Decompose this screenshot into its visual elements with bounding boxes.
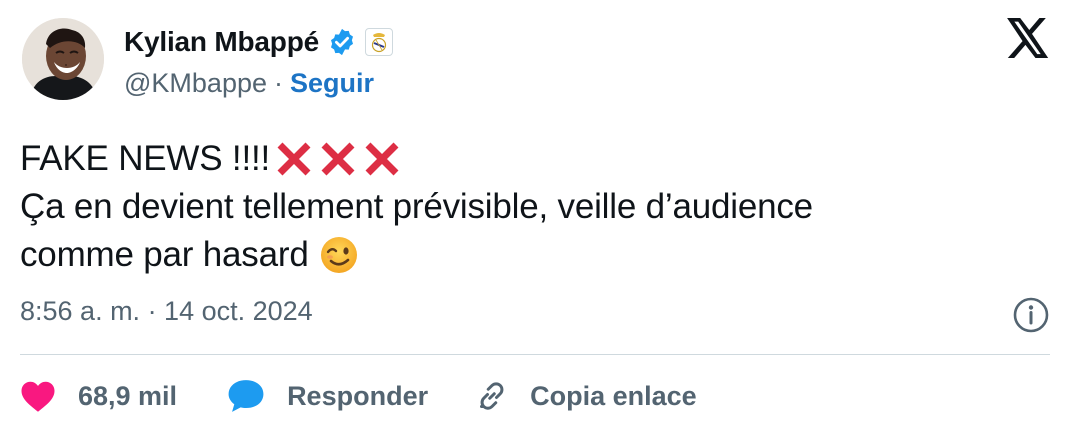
tweet-text: FAKE NEWS !!!! Ça en devient tellement p… [20, 135, 1020, 279]
reply-button[interactable]: Responder [227, 378, 428, 414]
follow-button[interactable]: Seguir [290, 68, 374, 99]
tweet-line: Ça en devient tellement prévisible, veil… [20, 183, 1020, 231]
copy-link-button[interactable]: Copia enlace [474, 378, 697, 414]
verified-badge-icon [327, 27, 357, 57]
author-name-row: Kylian Mbappé [124, 22, 393, 62]
tweet-actions: 68,9 mil Responder Copia enlace [20, 374, 697, 418]
author-handle[interactable]: @KMbappe [124, 68, 267, 99]
tweet-line: FAKE NEWS !!!! [20, 135, 1020, 183]
reply-label: Responder [287, 380, 429, 411]
handle-separator: · [274, 67, 283, 98]
winking-face-icon [319, 235, 359, 275]
author-name[interactable]: Kylian Mbappé [124, 26, 319, 58]
like-count: 68,9 mil [78, 380, 178, 411]
tweet-line-1: FAKE NEWS !!!! [20, 139, 271, 178]
info-icon[interactable] [1012, 296, 1050, 334]
cross-mark-icon [274, 139, 314, 179]
link-icon [474, 378, 510, 414]
tweet-timestamp[interactable]: 8:56 a. m. · 14 oct. 2024 [20, 296, 313, 327]
divider [20, 354, 1050, 355]
heart-icon [20, 379, 56, 413]
author-avatar[interactable] [22, 18, 104, 100]
copy-link-label: Copia enlace [530, 380, 697, 411]
tweet-line-2: Ça en devient tellement prévisible, veil… [20, 187, 813, 226]
cross-mark-icon [362, 139, 402, 179]
cross-mark-icon [318, 139, 358, 179]
tweet-line-3: comme par hasard [20, 235, 309, 274]
tweet-line: comme par hasard [20, 231, 1020, 279]
speech-bubble-icon [227, 378, 265, 414]
author-handle-row: @KMbappe · Seguir [124, 64, 374, 102]
x-logo-icon[interactable] [1006, 18, 1050, 58]
club-crest-icon [365, 28, 393, 56]
tweet-embed-card: Kylian Mbappé @KMbappe · Seguir FAKE NEW… [0, 0, 1078, 432]
like-button[interactable]: 68,9 mil [20, 379, 177, 413]
